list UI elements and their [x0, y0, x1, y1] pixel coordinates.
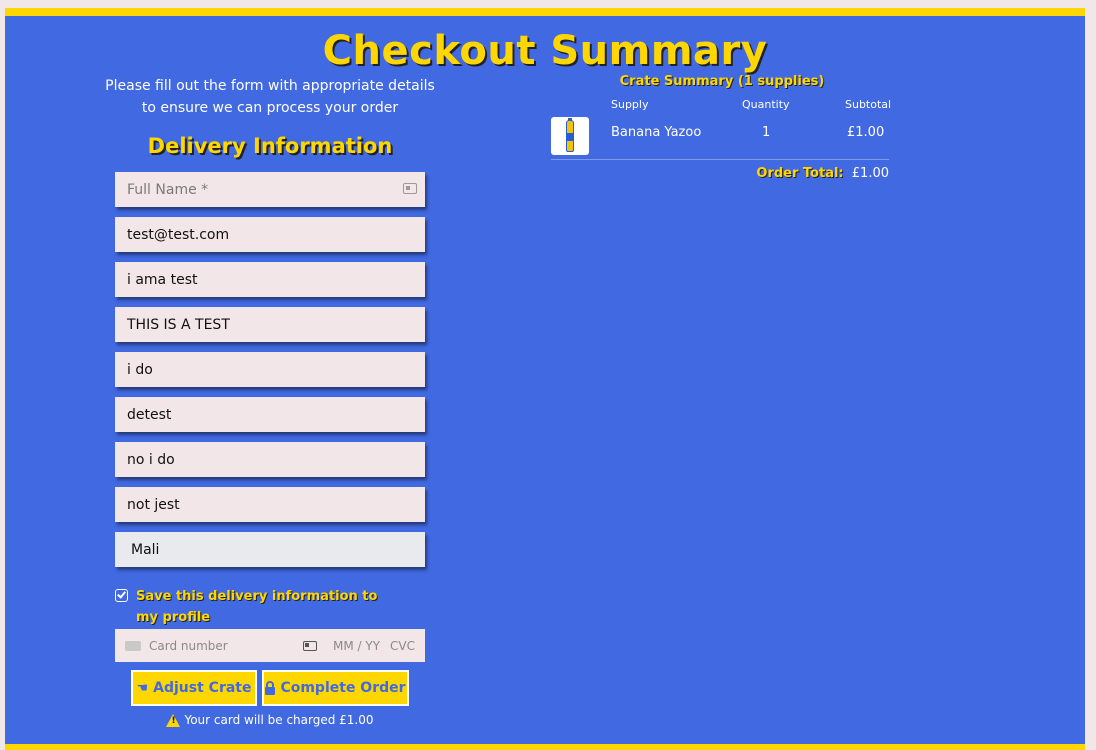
postcode-input[interactable]: not jest	[115, 487, 425, 522]
county-input[interactable]: no i do	[115, 442, 425, 477]
charge-note: Your card will be charged £1.00	[115, 713, 425, 727]
email-input[interactable]: test@test.com	[115, 217, 425, 252]
lock-icon	[265, 680, 276, 695]
card-expiry-placeholder: MM / YY	[332, 638, 381, 653]
warning-icon	[166, 713, 181, 727]
bottle-image	[566, 118, 574, 152]
contact-card-icon	[302, 640, 317, 651]
order-total: Order Total: £1.00	[552, 166, 889, 181]
hand-point-left-icon: ☚	[136, 680, 149, 696]
item-subtotal: £1.00	[847, 125, 885, 140]
town-input[interactable]: detest	[115, 397, 425, 432]
delivery-section-title: Delivery Information	[147, 134, 393, 158]
card-brand-icon	[125, 640, 141, 651]
item-quantity: 1	[762, 125, 771, 140]
card-number-placeholder: Card number	[149, 638, 228, 653]
subtotal-header: Subtotal	[845, 98, 892, 111]
address-line2-input[interactable]: i do	[115, 352, 425, 387]
item-name: Banana Yazoo	[611, 125, 702, 140]
order-total-label: Order Total:	[756, 166, 844, 181]
crate-summary-title: Crate Summary (1 supplies)	[619, 74, 825, 89]
phone-input[interactable]: i ama test	[115, 262, 425, 297]
full-name-input[interactable]: Full Name *	[115, 172, 425, 207]
save-info-checkbox[interactable]	[115, 589, 128, 602]
complete-order-label: Complete Order	[280, 680, 406, 696]
contact-card-icon	[403, 183, 417, 194]
adjust-crate-button[interactable]: ☚ Adjust Crate	[131, 670, 257, 706]
charge-note-text: Your card will be charged £1.00	[184, 713, 374, 727]
address-line1-input[interactable]: THIS IS A TEST	[115, 307, 425, 342]
country-select[interactable]: Mali	[115, 532, 425, 567]
order-total-value: £1.00	[851, 166, 889, 181]
summary-divider	[551, 159, 889, 160]
quantity-header: Quantity	[742, 98, 790, 111]
product-thumbnail[interactable]	[551, 117, 589, 155]
intro-text: Please fill out the form with appropriat…	[105, 78, 435, 116]
page-title: Checkout Summary	[322, 28, 768, 74]
adjust-crate-label: Adjust Crate	[153, 680, 252, 696]
full-name-placeholder: Full Name *	[127, 181, 209, 198]
card-input[interactable]: Card number MM / YY CVC	[115, 629, 425, 662]
complete-order-button[interactable]: Complete Order	[262, 670, 409, 706]
supply-header: Supply	[611, 98, 649, 111]
card-cvc-placeholder: CVC	[390, 638, 415, 653]
save-info-label[interactable]: Save this delivery information to my pro…	[136, 586, 396, 628]
save-info-row: Save this delivery information to my pro…	[115, 586, 425, 628]
